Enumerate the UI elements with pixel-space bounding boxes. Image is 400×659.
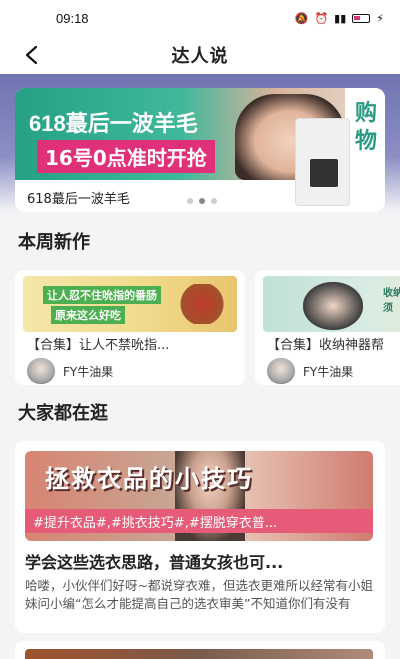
banner-carousel[interactable]: 618蕞后一波羊毛 16号0点准时开抢 购物 618蕞后一波羊毛 [15,88,385,212]
new-work-author: FY牛油果 [27,358,113,384]
status-icons: 🔕 ⏰ ▮▮ ⚡ [295,12,384,25]
article-card-next[interactable] [15,641,385,659]
charging-icon: ⚡ [376,11,384,25]
back-button[interactable] [18,42,44,68]
article-image [25,649,373,659]
carousel-dot-active [199,198,205,204]
new-work-card[interactable]: 收纳好物 精致女孩必须 【合集】收纳神器帮 FY牛油果 [255,270,400,385]
new-work-title: 【合集】让人不禁吮指... [27,338,170,353]
page-title: 达人说 [171,46,229,67]
new-works-list[interactable]: 让人忍不住吮指的番肠 原来这么好吃 【合集】让人不禁吮指... FY牛油果 收纳… [15,270,400,385]
avatar [27,358,55,384]
new-work-image-subtext: 原来这么好吃 [51,306,125,324]
article-title: 学会这些选衣思路，普通女孩也可... [25,553,284,572]
banner-headline-2: 16号0点准时开抢 [37,140,215,173]
banner-headline-1: 618蕞后一波羊毛 [29,111,198,136]
section-title-browse: 大家都在逛 [18,403,108,424]
new-work-image-text: 收纳好物 精致女孩必须 [383,288,400,314]
alarm-icon: ⏰ [314,11,329,25]
status-time: 09:18 [56,10,89,26]
battery-icon [352,13,371,23]
carousel-dot [187,198,193,204]
carousel-indicator [187,198,217,204]
nav-bar: 达人说 [0,36,400,74]
banner-thumbnail-image [310,159,338,187]
food-image [173,284,231,324]
banner-thumbnail [295,118,350,206]
author-name: FY牛油果 [63,364,114,379]
avatar [267,358,295,384]
article-tags: #提升衣品#,#挑衣技巧#,#摆脱穿衣普... [25,509,373,533]
banner-side-text: 购物 [355,101,378,154]
author-name: FY牛油果 [303,364,354,379]
section-title-new: 本周新作 [18,232,90,253]
new-work-image: 收纳好物 精致女孩必须 [263,276,400,332]
new-work-card[interactable]: 让人忍不住吮指的番肠 原来这么好吃 【合集】让人不禁吮指... FY牛油果 [15,270,245,385]
carousel-dot [211,198,217,204]
signal-icon: ▮▮ [334,11,347,25]
status-bar: 09:18 🔕 ⏰ ▮▮ ⚡ [0,0,400,36]
chevron-left-icon [25,45,38,65]
new-work-author: FY牛油果 [267,358,353,384]
new-work-image: 让人忍不住吮指的番肠 原来这么好吃 [23,276,237,332]
banner-caption: 618蕞后一波羊毛 [27,192,130,207]
person-image [303,282,363,330]
article-image-title: 拯救衣品的小技巧 [45,465,253,493]
bell-icon: 🔕 [294,11,309,25]
new-work-title: 【合集】收纳神器帮 [267,338,385,353]
new-work-image-text: 让人忍不住吮指的番肠 [43,286,161,304]
article-card[interactable]: 拯救衣品的小技巧 #提升衣品#,#挑衣技巧#,#摆脱穿衣普... 学会这些选衣思… [15,441,385,633]
article-description: 哈喽，小伙伴们好呀~都说穿衣难，但选衣更难所以经常有小姐妹问小编“怎么才能提高自… [25,578,373,611]
